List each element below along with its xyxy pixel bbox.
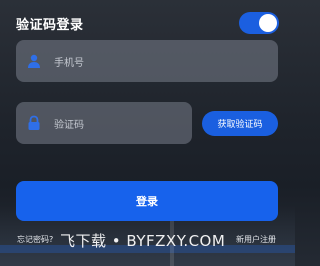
get-code-button[interactable]: 获取验证码 (202, 111, 278, 136)
login-mode-toggle[interactable] (239, 12, 279, 34)
register-link[interactable]: 新用户注册 (236, 234, 276, 245)
verification-code-field[interactable]: 验证码 (16, 102, 192, 144)
watermark: 飞下载 • BYFZXY.COM (60, 231, 226, 250)
phone-placeholder: 手机号 (54, 57, 84, 69)
login-button[interactable]: 登录 (16, 181, 278, 221)
page-title: 验证码登录 (16, 17, 84, 33)
forgot-password-link[interactable]: 忘记密码? (17, 234, 53, 245)
toggle-knob (259, 14, 277, 32)
header: 验证码登录 (16, 11, 279, 35)
phone-field[interactable]: 手机号 (16, 40, 278, 82)
lock-icon (26, 115, 42, 131)
code-placeholder: 验证码 (54, 119, 84, 131)
user-icon (26, 53, 42, 69)
